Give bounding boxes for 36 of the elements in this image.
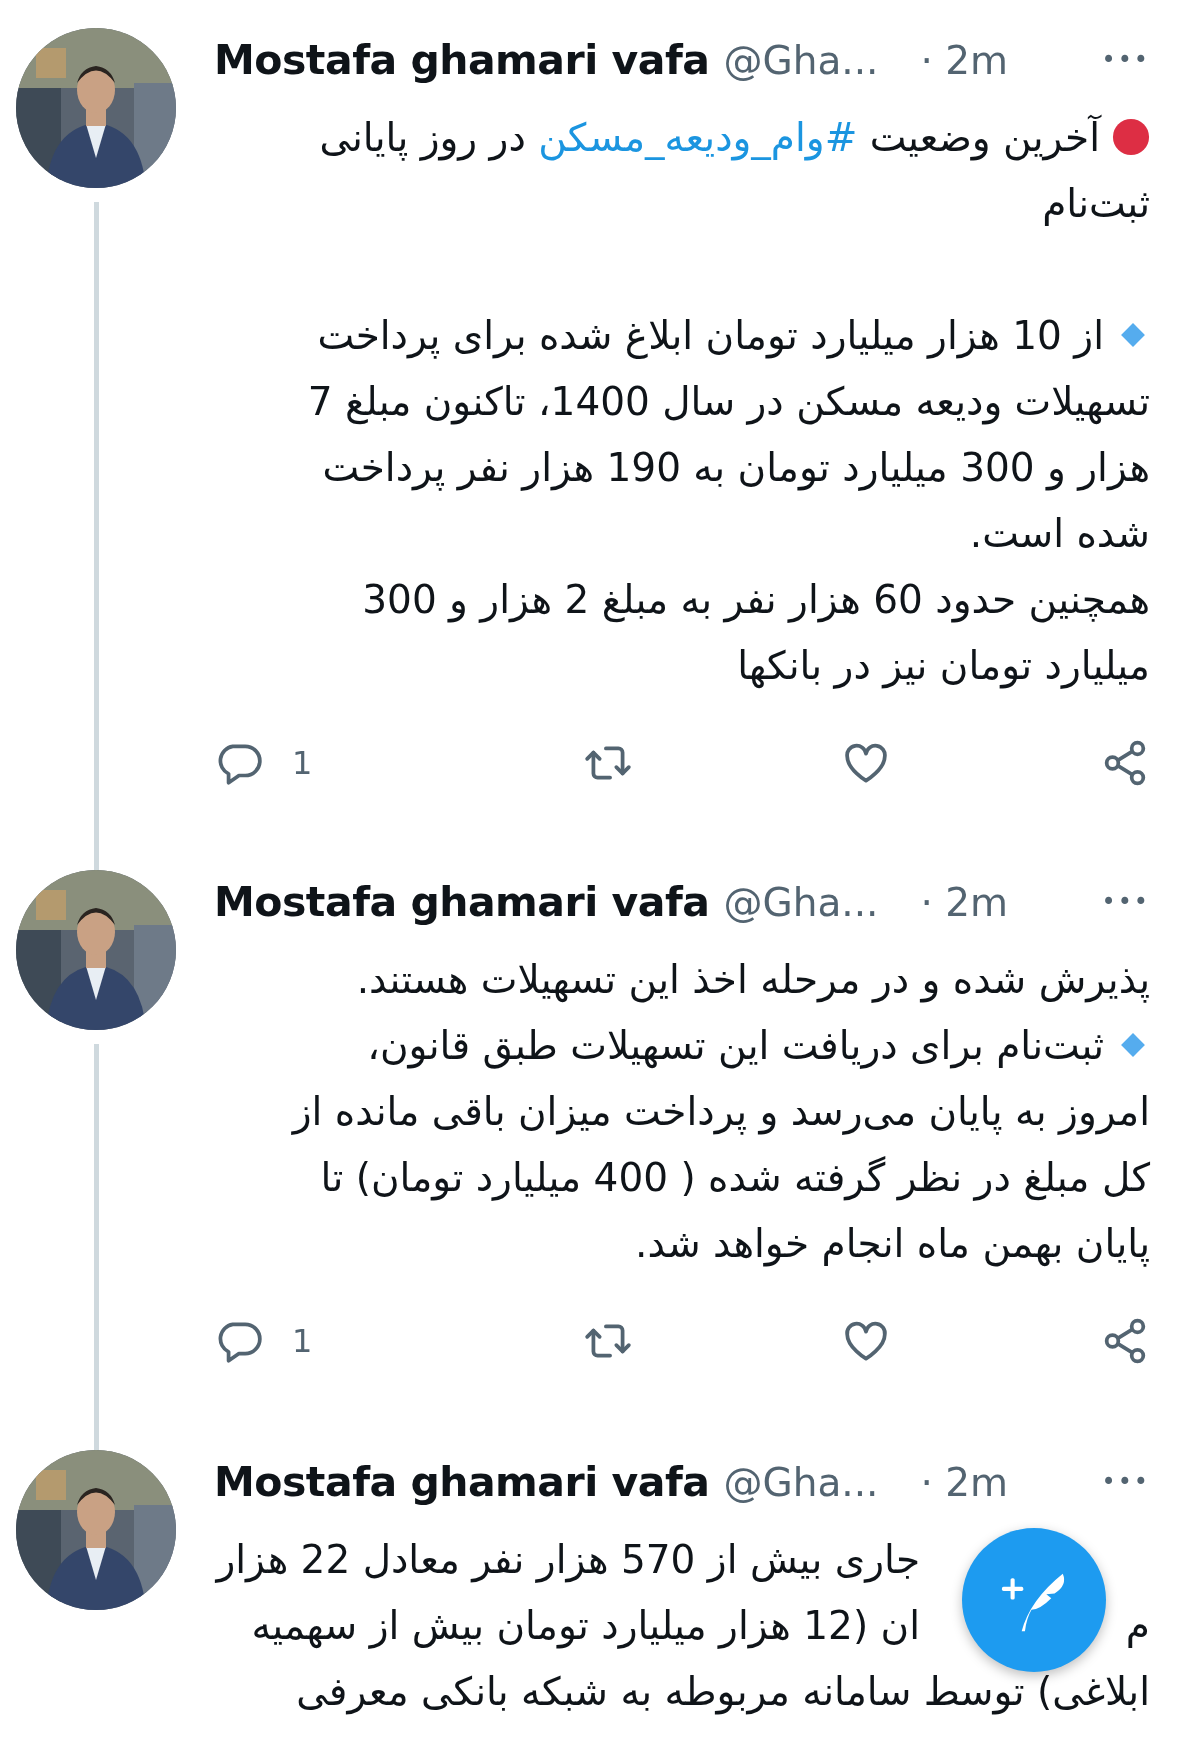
more-button[interactable]: ••• [1101, 1470, 1150, 1494]
tweet-text: هزار و 300 میلیارد تومان به 190 هزار نفر پرداخت [322, 444, 1150, 490]
diamond-icon [1120, 322, 1146, 348]
tweet-text: ان (12 هزار میلیارد تومان بیش از سهمیه [251, 1602, 920, 1648]
tweet-text: ثبت‌نام [1042, 180, 1150, 226]
tweet-text: همچنین حدود 60 هزار نفر به مبلغ 2 هزار و 300 [362, 576, 1150, 622]
circle-icon [1112, 118, 1150, 156]
timestamp[interactable]: · 2m [920, 882, 1009, 922]
hashtag-link[interactable]: #وام_ودیعه_مسکن [538, 114, 858, 160]
more-button[interactable]: ••• [1101, 890, 1150, 914]
tweet-text: جاری بیش از 570 هزار نفر معادل 22 هزار [216, 1536, 920, 1582]
tweet-text: امروز به پایان می‌رسد و پرداخت میزان باقی مانده از [292, 1088, 1150, 1134]
tweet-text: آخرین وضعیت #وام_ودیعه_مسکن در روز پایانی [319, 114, 1100, 160]
author-name[interactable]: Mostafa ghamari vafa [214, 881, 710, 923]
tweet-text: ابلاغی) توسط سامانه مربوطه به شبکه بانکی معرفی [296, 1668, 1150, 1714]
tweet-text: میلیارد تومان نیز در بانکها [737, 642, 1150, 688]
tweet-text: کل مبلغ در نظر گرفته شده ( 400 میلیارد تومان) تا [320, 1154, 1150, 1200]
reply-count: 1 [292, 744, 313, 782]
author-handle: @Gha... [723, 40, 879, 80]
author-handle: @Gha... [723, 882, 879, 922]
tweet-text: پایان بهمن ماه انجام خواهد شد. [635, 1220, 1150, 1266]
more-button[interactable]: ••• [1101, 48, 1150, 72]
author-name[interactable]: Mostafa ghamari vafa [214, 39, 710, 81]
tweet-text: شده است. [969, 510, 1150, 556]
tweet-text: تسهیلات ودیعه مسکن در سال 1400، تاکنون مبلغ 7 [307, 378, 1150, 424]
diamond-icon [1120, 1032, 1146, 1058]
author-handle: @Gha... [723, 1462, 879, 1502]
text-fragment: م [1125, 1602, 1150, 1648]
reply-count: 1 [292, 1322, 313, 1360]
compose-button[interactable] [962, 1528, 1106, 1672]
tweet-text: از 10 هزار میلیارد تومان ابلاغ شده برای پرداخت [317, 312, 1104, 358]
timestamp[interactable]: · 2m [920, 1462, 1009, 1502]
author-name[interactable]: Mostafa ghamari vafa [214, 1461, 710, 1503]
timestamp[interactable]: · 2m [920, 40, 1009, 80]
tweet-text: پذیرش شده و در مرحله اخذ این تسهیلات هستند. [356, 956, 1150, 1002]
tweet-text: ثبت‌نام برای دریافت این تسهیلات طبق قانون، [367, 1022, 1104, 1068]
